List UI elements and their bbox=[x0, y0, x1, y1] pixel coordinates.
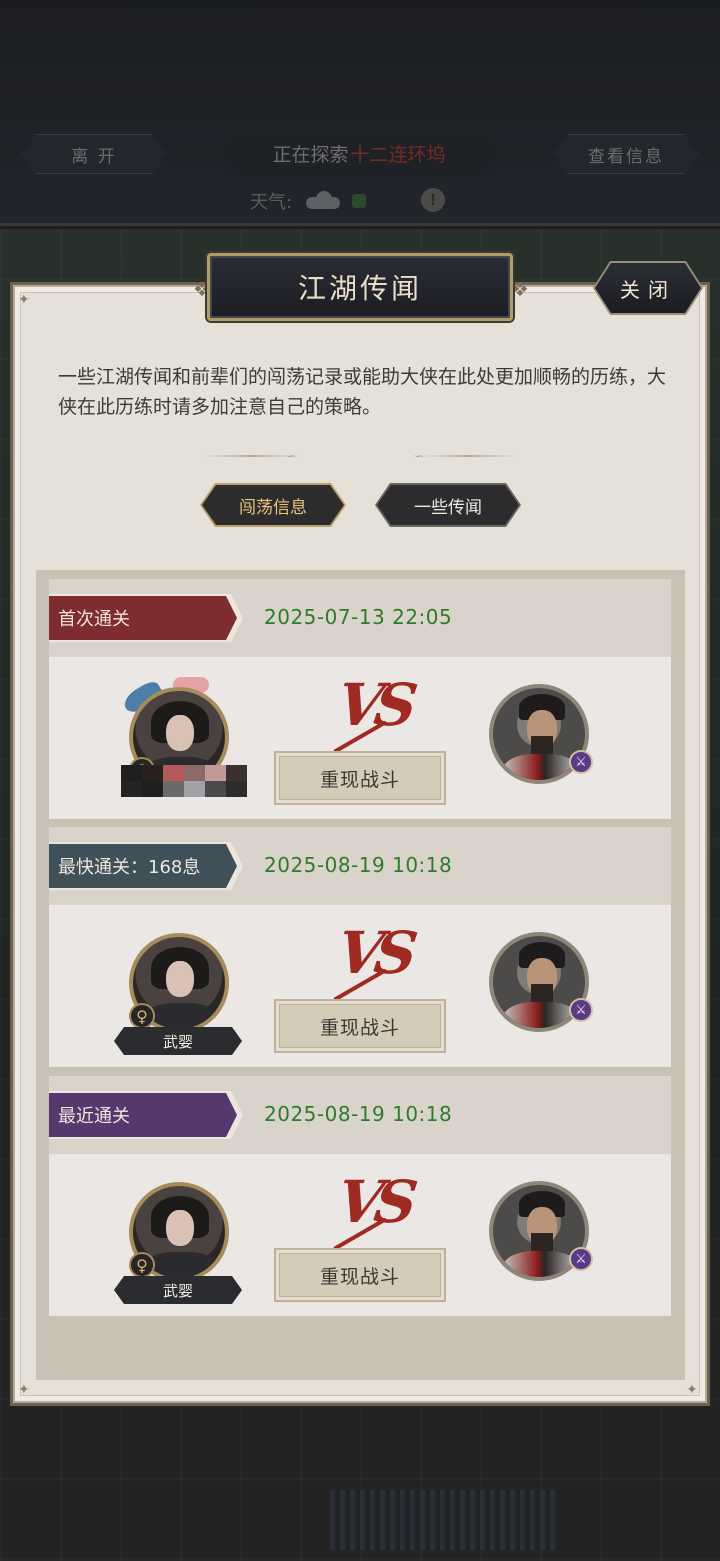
replay-battle-button[interactable]: 重现战斗 bbox=[274, 751, 446, 805]
avatar-body bbox=[503, 754, 579, 780]
intro-text: 一些江湖传闻和前辈们的闯荡记录或能助大侠在此处更加顺畅的历练，大侠在此历练时请多… bbox=[58, 366, 667, 418]
record-date: 2025-07-13 22:05 bbox=[264, 605, 453, 629]
scene-decoration bbox=[330, 1490, 560, 1550]
avatar-body bbox=[503, 1251, 579, 1277]
avatar-face bbox=[166, 715, 194, 751]
sword-icon: ⚔ bbox=[569, 1247, 593, 1271]
weather-indicator: 天气: bbox=[250, 186, 450, 216]
leave-button[interactable]: 离 开 bbox=[22, 134, 166, 174]
view-info-button[interactable]: 查看信息 bbox=[554, 134, 698, 174]
weather-status-icon bbox=[352, 194, 367, 208]
sword-icon: ⚔ bbox=[569, 998, 593, 1022]
exploring-place: 十二连环坞 bbox=[350, 143, 446, 166]
replay-battle-button[interactable]: 重现战斗 bbox=[274, 999, 446, 1053]
record-body: ♀ 武婴 VS 重现战斗 ⚔ bbox=[49, 905, 671, 1067]
record-date: 2025-08-19 10:18 bbox=[264, 853, 453, 877]
panel-title: 江湖传闻 bbox=[207, 253, 513, 321]
divider-ornament-icon: ∽ bbox=[286, 449, 297, 463]
avatar-face bbox=[166, 1210, 194, 1246]
record-tag-label: 首次通关 bbox=[58, 609, 130, 630]
player-name: 武婴 bbox=[114, 1276, 242, 1304]
weather-label: 天气: bbox=[250, 192, 293, 213]
record-header: 最快通关：168息 2025-08-19 10:18 bbox=[49, 827, 671, 905]
obscured-player-name bbox=[121, 765, 247, 797]
record-body: ♀ 武婴 VS 重现战斗 ⚔ bbox=[49, 1154, 671, 1316]
record-body: ♀ VS 重现战斗 ⚔ bbox=[49, 657, 671, 819]
record-header: 最近通关 2025-08-19 10:18 bbox=[49, 1076, 671, 1154]
exploring-prefix: 正在探索 bbox=[272, 143, 349, 166]
top-bar: 离 开 正在探索 十二连环坞 查看信息 天气: ! bbox=[0, 0, 720, 226]
record-fastest-clear: 最快通关：168息 2025-08-19 10:18 ♀ 武婴 VS 重现战斗 … bbox=[49, 827, 671, 1067]
corner-ornament-icon: ✦ bbox=[18, 1382, 30, 1398]
tab-adventure-info[interactable]: 闯荡信息 bbox=[202, 485, 344, 525]
vs-icon: VS bbox=[333, 919, 414, 987]
vs-icon: VS bbox=[333, 671, 414, 739]
record-latest-clear: 最近通关 2025-08-19 10:18 ♀ 武婴 VS 重现战斗 ⚔ bbox=[49, 1076, 671, 1316]
record-tag-label: 最快通关：168息 bbox=[58, 857, 201, 878]
corner-ornament-icon: ✦ bbox=[18, 292, 30, 308]
tab-rumors[interactable]: 一些传闻 bbox=[377, 485, 519, 525]
player-name: 武婴 bbox=[114, 1027, 242, 1055]
close-button[interactable]: 关闭 bbox=[595, 263, 701, 313]
vs-icon: VS bbox=[333, 1168, 414, 1236]
warning-icon[interactable]: ! bbox=[421, 188, 445, 212]
cloud-icon bbox=[302, 191, 342, 211]
avatar-face bbox=[166, 961, 194, 997]
record-date: 2025-08-19 10:18 bbox=[264, 1102, 453, 1126]
exploring-banner: 正在探索 十二连环坞 bbox=[216, 130, 502, 176]
record-tag-label: 最近通关 bbox=[58, 1106, 130, 1127]
avatar-body bbox=[503, 1002, 579, 1028]
female-icon: ♀ bbox=[129, 1003, 155, 1029]
divider-right bbox=[420, 455, 520, 457]
replay-battle-button[interactable]: 重现战斗 bbox=[274, 1248, 446, 1302]
corner-ornament-icon: ✦ bbox=[686, 1382, 698, 1398]
sword-icon: ⚔ bbox=[569, 750, 593, 774]
divider-left bbox=[200, 455, 300, 457]
female-icon: ♀ bbox=[129, 1252, 155, 1278]
record-header: 首次通关 2025-07-13 22:05 bbox=[49, 579, 671, 657]
record-first-clear: 首次通关 2025-07-13 22:05 ♀ VS 重现战斗 ⚔ bbox=[49, 579, 671, 819]
